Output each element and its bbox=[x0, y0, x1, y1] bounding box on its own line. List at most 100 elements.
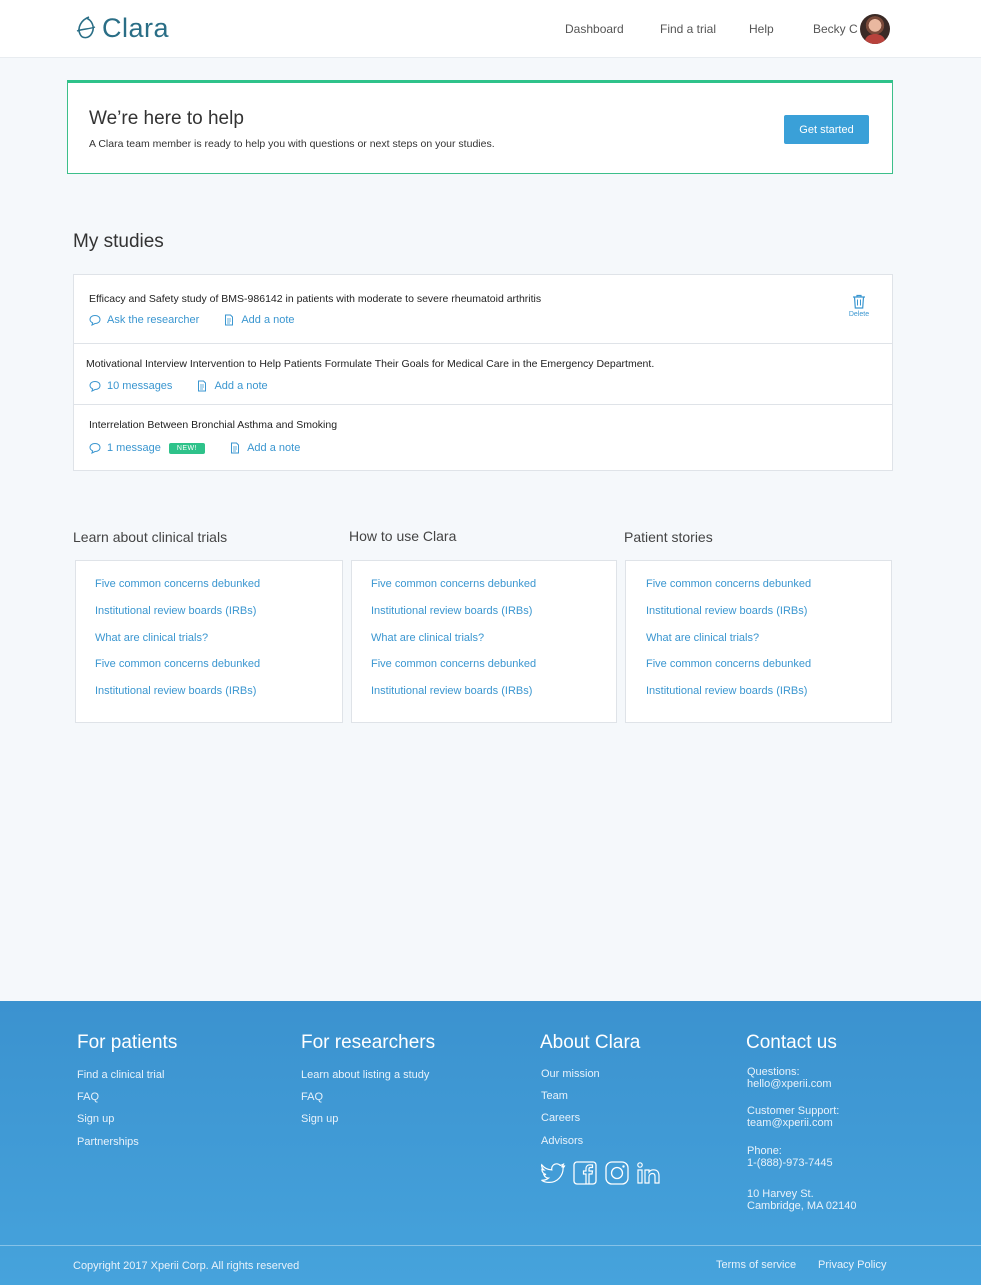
note-icon bbox=[198, 380, 207, 392]
twitter-icon[interactable] bbox=[540, 1160, 566, 1186]
study-actions: 1 message NEW! Add a note bbox=[89, 442, 324, 454]
contact-phone: Phone: 1-(888)-973-7445 bbox=[747, 1145, 833, 1169]
delete-study-button[interactable]: Delete bbox=[844, 294, 874, 318]
footer-link[interactable]: Find a clinical trial bbox=[77, 1069, 164, 1081]
add-note-link[interactable]: Add a note bbox=[229, 442, 300, 454]
messages-link[interactable]: 1 message NEW! bbox=[89, 442, 206, 454]
resource-link[interactable]: Five common concerns debunked bbox=[371, 578, 536, 590]
contact-support: Customer Support: team@xperii.com bbox=[747, 1105, 839, 1129]
get-started-button[interactable]: Get started bbox=[784, 115, 869, 144]
resource-link[interactable]: What are clinical trials? bbox=[95, 632, 208, 644]
contact-label: Customer Support: bbox=[747, 1105, 840, 1117]
footer-link[interactable]: Learn about listing a study bbox=[301, 1069, 429, 1081]
help-title: We’re here to help bbox=[89, 108, 244, 129]
top-header: Clara Dashboard Find a trial Help Becky … bbox=[0, 0, 981, 58]
messages-label: 10 messages bbox=[107, 380, 173, 392]
patient-stories-title: Patient stories bbox=[624, 529, 713, 545]
linkedin-icon[interactable] bbox=[636, 1160, 662, 1186]
contact-address: 10 Harvey St. Cambridge, MA 02140 bbox=[747, 1188, 856, 1212]
footer-link[interactable]: FAQ bbox=[301, 1091, 323, 1103]
study-actions: 10 messages Add a note bbox=[89, 380, 292, 392]
resource-link[interactable]: Institutional review boards (IRBs) bbox=[95, 685, 256, 697]
footer-link[interactable]: Advisors bbox=[541, 1135, 583, 1147]
contact-label: Phone: bbox=[747, 1145, 782, 1157]
resource-link[interactable]: Institutional review boards (IRBs) bbox=[646, 685, 807, 697]
terms-of-service-link[interactable]: Terms of service bbox=[716, 1259, 796, 1271]
delete-label: Delete bbox=[848, 311, 870, 318]
facebook-icon[interactable] bbox=[572, 1160, 598, 1186]
study-row: Interrelation Between Bronchial Asthma a… bbox=[74, 405, 892, 470]
resource-link[interactable]: Five common concerns debunked bbox=[95, 658, 260, 670]
chat-bubble-icon bbox=[89, 314, 101, 326]
privacy-policy-link[interactable]: Privacy Policy bbox=[818, 1259, 886, 1271]
social-icons bbox=[540, 1160, 662, 1186]
resource-link[interactable]: Five common concerns debunked bbox=[371, 658, 536, 670]
studies-list: Efficacy and Safety study of BMS-986142 … bbox=[73, 274, 893, 471]
note-icon bbox=[225, 314, 234, 326]
how-to-use-clara-box: Five common concerns debunked Institutio… bbox=[351, 560, 617, 723]
add-note-label: Add a note bbox=[241, 314, 295, 326]
resource-link[interactable]: What are clinical trials? bbox=[371, 632, 484, 644]
resource-link[interactable]: Five common concerns debunked bbox=[646, 658, 811, 670]
messages-link[interactable]: 10 messages bbox=[89, 380, 172, 392]
resource-link[interactable]: What are clinical trials? bbox=[646, 632, 759, 644]
help-description: A Clara team member is ready to help you… bbox=[89, 138, 495, 150]
address-line-2: Cambridge, MA 02140 bbox=[747, 1200, 857, 1212]
resource-link[interactable]: Five common concerns debunked bbox=[646, 578, 811, 590]
ask-researcher-link[interactable]: Ask the researcher bbox=[89, 314, 199, 326]
study-row: Motivational Interview Intervention to H… bbox=[74, 344, 892, 405]
study-row: Efficacy and Safety study of BMS-986142 … bbox=[74, 275, 892, 344]
add-note-link[interactable]: Add a note bbox=[223, 314, 295, 326]
footer-contact-title: Contact us bbox=[746, 1032, 837, 1053]
add-note-label: Add a note bbox=[214, 380, 268, 392]
footer-link[interactable]: Careers bbox=[541, 1112, 580, 1124]
avatar[interactable] bbox=[860, 14, 890, 44]
learn-clinical-trials-box: Five common concerns debunked Institutio… bbox=[75, 560, 343, 723]
study-title[interactable]: Efficacy and Safety study of BMS-986142 … bbox=[89, 293, 541, 305]
study-title[interactable]: Interrelation Between Bronchial Asthma a… bbox=[89, 419, 337, 431]
add-note-label: Add a note bbox=[247, 442, 301, 454]
footer-link[interactable]: Team bbox=[541, 1090, 568, 1102]
resource-link[interactable]: Institutional review boards (IRBs) bbox=[371, 685, 532, 697]
contact-questions: Questions: hello@xperii.com bbox=[747, 1066, 832, 1090]
logo-text: Clara bbox=[102, 13, 170, 43]
contact-value[interactable]: hello@xperii.com bbox=[747, 1078, 832, 1090]
instagram-icon[interactable] bbox=[604, 1160, 630, 1186]
resource-link[interactable]: Institutional review boards (IRBs) bbox=[371, 605, 532, 617]
footer-patients-title: For patients bbox=[77, 1032, 178, 1053]
site-footer: For patients Find a clinical trial FAQ S… bbox=[0, 1001, 981, 1285]
chat-bubble-icon bbox=[89, 380, 101, 392]
new-badge: NEW! bbox=[168, 442, 206, 454]
resource-link[interactable]: Five common concerns debunked bbox=[95, 578, 260, 590]
footer-link[interactable]: Partnerships bbox=[77, 1136, 139, 1148]
trash-icon bbox=[853, 294, 865, 309]
nav-find-trial[interactable]: Find a trial bbox=[660, 22, 716, 36]
contact-value[interactable]: team@xperii.com bbox=[747, 1117, 839, 1129]
note-icon bbox=[231, 442, 240, 454]
messages-label: 1 message bbox=[107, 442, 161, 454]
nav-help[interactable]: Help bbox=[749, 22, 774, 36]
patient-stories-box: Five common concerns debunked Institutio… bbox=[625, 560, 892, 723]
clara-logo[interactable]: Clara bbox=[74, 13, 169, 44]
address-line-1: 10 Harvey St. bbox=[747, 1188, 814, 1200]
clara-logo-icon bbox=[76, 15, 96, 38]
user-menu-name[interactable]: Becky C bbox=[813, 22, 858, 36]
footer-about-title: About Clara bbox=[540, 1032, 641, 1053]
study-title[interactable]: Motivational Interview Intervention to H… bbox=[86, 358, 654, 370]
footer-link[interactable]: Our mission bbox=[541, 1068, 600, 1080]
contact-value[interactable]: 1-(888)-973-7445 bbox=[747, 1157, 833, 1169]
add-note-link[interactable]: Add a note bbox=[196, 380, 268, 392]
study-actions: Ask the researcher Add a note bbox=[89, 314, 319, 326]
copyright-text: Copyright 2017 Xperii Corp. All rights r… bbox=[73, 1260, 300, 1272]
footer-link[interactable]: Sign up bbox=[301, 1113, 338, 1125]
learn-clinical-trials-title: Learn about clinical trials bbox=[73, 529, 228, 545]
ask-researcher-label: Ask the researcher bbox=[107, 314, 200, 326]
resource-link[interactable]: Institutional review boards (IRBs) bbox=[95, 605, 256, 617]
my-studies-title: My studies bbox=[73, 231, 164, 252]
resource-link[interactable]: Institutional review boards (IRBs) bbox=[646, 605, 807, 617]
nav-dashboard[interactable]: Dashboard bbox=[565, 22, 624, 36]
footer-link[interactable]: Sign up bbox=[77, 1113, 114, 1125]
contact-label: Questions: bbox=[747, 1066, 800, 1078]
footer-researchers-title: For researchers bbox=[301, 1032, 436, 1053]
footer-link[interactable]: FAQ bbox=[77, 1091, 99, 1103]
